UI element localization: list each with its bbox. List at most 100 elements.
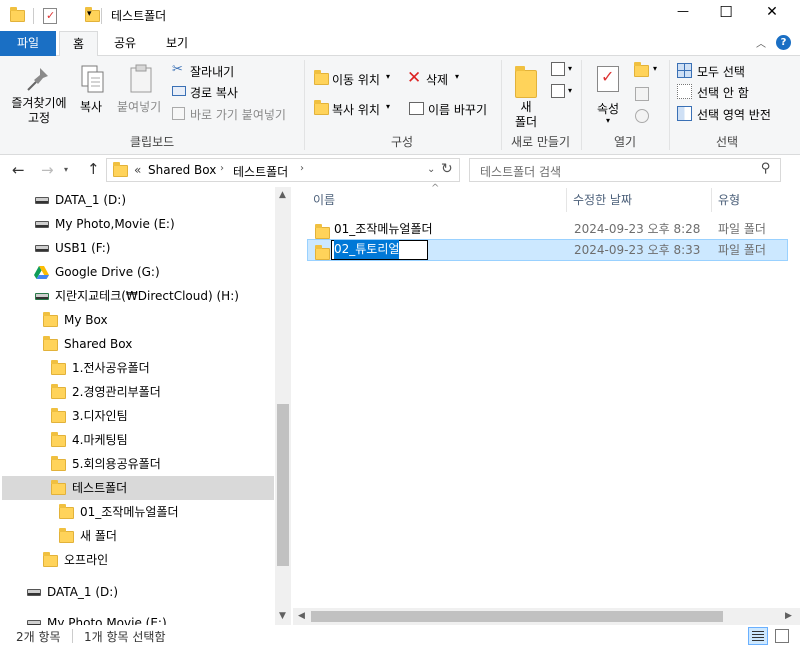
new-folder-button[interactable]: 새 폴더 [508,60,544,130]
scroll-right-icon[interactable]: ▶ [785,611,792,621]
navigation-pane[interactable]: DATA_1 (D:) My Photo,Movie (E:) USB1 (F:… [0,187,291,625]
large-icons-view-icon[interactable] [775,629,789,643]
details-view-icon[interactable] [748,627,768,645]
app-folder-icon [10,7,25,22]
tab-share[interactable]: 공유 [103,31,147,56]
paste-shortcut-button[interactable]: 바로 가기 붙여넣기 [172,105,297,123]
column-divider[interactable] [566,188,567,212]
tree-item-design-team[interactable]: 3.디자인팀 [51,404,128,428]
tree-item-my-box[interactable]: My Box [43,308,108,332]
tree-item-photo-drive[interactable]: My Photo,Movie (E:) [35,212,175,236]
folder-icon [43,551,58,567]
pin-quick-access-button[interactable]: 즐겨찾기에 고정 [6,58,70,130]
ribbon-separator [669,60,670,150]
column-header-name[interactable]: 이름 [313,187,335,213]
invert-selection-button[interactable]: 선택 영역 반전 [677,105,787,123]
tree-item-offline[interactable]: 오프라인 [43,548,108,572]
refresh-icon[interactable]: ↻ [441,161,453,177]
tab-home[interactable]: 홈 [59,31,98,57]
nav-scrollbar-thumb[interactable] [277,404,289,566]
select-none-label: 선택 안 함 [697,86,749,100]
close-button[interactable]: ✕ [757,4,787,20]
scroll-left-icon[interactable]: ◀ [298,611,305,621]
select-none-button[interactable]: 선택 안 함 [677,83,757,101]
rename-input[interactable]: 02_튜토리얼 [331,240,428,260]
tree-item-photo-drive-2[interactable]: My Photo,Movie (E:) [27,611,167,625]
address-bar[interactable]: « Shared Box › 테스트폴더 › ⌄ ↻ [106,158,460,182]
folder-icon [51,407,66,423]
tree-item-data-drive-2[interactable]: DATA_1 (D:) [27,580,118,604]
copy-path-button[interactable]: 경로 복사 [172,83,252,101]
column-header-modified[interactable]: 수정한 날짜 [573,187,632,213]
forward-arrow-icon[interactable]: → [41,161,54,179]
file-row[interactable]: 01_조작메뉴얼폴더 2024-09-23 오후 8:28 파일 폴더 [307,218,788,240]
qat-customize-icon[interactable]: ▾ [87,9,92,19]
invert-selection-label: 선택 영역 반전 [697,108,771,122]
invert-selection-icon [677,106,692,121]
rename-button[interactable]: 이름 바꾸기 [407,100,497,118]
ribbon-collapse-icon[interactable]: ︿ [756,35,766,50]
breadcrumb-shared-box[interactable]: Shared Box [148,163,216,177]
edit-button[interactable] [634,86,652,104]
select-all-button[interactable]: 모두 선택 [677,62,757,80]
search-box[interactable]: 테스트폴더 검색 ⚲ [469,158,781,182]
tree-item-manual-folder[interactable]: 01_조작메뉴얼폴더 [59,500,179,524]
tree-item-data-drive[interactable]: DATA_1 (D:) [35,188,126,212]
file-list[interactable]: ^ 이름 수정한 날짜 유형 01_조작메뉴얼폴더 2024-09-23 오후 … [293,183,800,625]
back-arrow-icon[interactable]: ← [12,161,25,179]
new-item-dropdown-icon: ▾ [568,64,573,73]
column-header-type[interactable]: 유형 [718,187,740,213]
history-button[interactable] [634,108,652,126]
new-folder-icon [515,66,537,98]
help-icon[interactable]: ? [776,35,791,50]
content-hscrollbar[interactable]: ◀ ▶ [293,608,800,625]
copy-to-button[interactable]: 복사 위치 ▾ [312,100,397,118]
up-arrow-icon[interactable]: ↑ [87,160,100,178]
new-item-button[interactable]: ▾ [551,62,575,80]
copy-button[interactable]: 복사 [76,58,110,118]
paste-button[interactable]: 붙여넣기 [116,58,166,118]
paste-shortcut-label: 바로 가기 붙여넣기 [190,108,286,122]
minimize-button[interactable]: — [668,4,698,18]
file-row-selected[interactable]: 02_튜토리얼 2024-09-23 오후 8:33 파일 폴더 [307,239,788,261]
tree-selection-highlight [2,476,274,500]
breadcrumb-chevron-icon[interactable]: › [300,163,304,174]
tree-item-management[interactable]: 2.경영관리부폴더 [51,380,161,404]
tree-item-shared-box[interactable]: Shared Box [43,332,132,356]
cut-button[interactable]: ✂ 잘라내기 [172,62,252,80]
properties-qat-icon[interactable]: ✓ [43,8,57,24]
tree-item-test-folder[interactable]: 테스트폴더 [51,476,127,500]
breadcrumb-test-folder[interactable]: 테스트폴더 [233,163,288,180]
tree-item-network-drive[interactable]: 지란지교테크(₩DirectCloud) (H:) [35,284,239,308]
breadcrumb-chevron-icon[interactable]: › [220,163,224,174]
easy-access-button[interactable]: ▾ [551,84,575,102]
content-hscrollbar-thumb[interactable] [311,611,723,622]
tree-item-usb-drive[interactable]: USB1 (F:) [35,236,110,260]
recent-locations-icon[interactable]: ▾ [64,165,68,174]
tree-item-new-folder[interactable]: 새 폴더 [59,524,117,548]
tree-item-meeting-shared[interactable]: 5.회의용공유폴더 [51,452,161,476]
new-folder-label: 새 폴더 [514,100,538,129]
tree-item-marketing-team[interactable]: 4.마케팅팀 [51,428,128,452]
column-divider[interactable] [711,188,712,212]
select-group-label: 선택 [716,135,739,149]
folder-icon [43,311,58,327]
open-button[interactable]: ▾ [634,62,660,80]
search-icon[interactable]: ⚲ [761,161,771,176]
properties-button[interactable]: ✓ 속성 ▾ [590,60,628,130]
tab-file[interactable]: 파일 [0,31,56,56]
address-dropdown-icon[interactable]: ⌄ [427,164,435,175]
delete-button[interactable]: ✕ 삭제 ▾ [407,68,467,88]
pin-label: 즐겨찾기에 고정 [11,96,67,125]
tab-view[interactable]: 보기 [155,31,199,56]
tree-item-company-shared[interactable]: 1.전사공유폴더 [51,356,150,380]
address-overflow[interactable]: « [134,163,141,177]
tree-item-google-drive[interactable]: Google Drive (G:) [34,260,160,284]
nav-scrollbar[interactable]: ▲ ▼ [275,187,291,625]
drive-icon [35,221,49,228]
move-to-button[interactable]: 이동 위치 ▾ [312,70,397,88]
scroll-up-icon[interactable]: ▲ [279,190,286,200]
file-type: 파일 폴더 [718,243,766,257]
maximize-button[interactable]: ☐ [711,3,741,21]
scroll-down-icon[interactable]: ▼ [279,611,286,621]
